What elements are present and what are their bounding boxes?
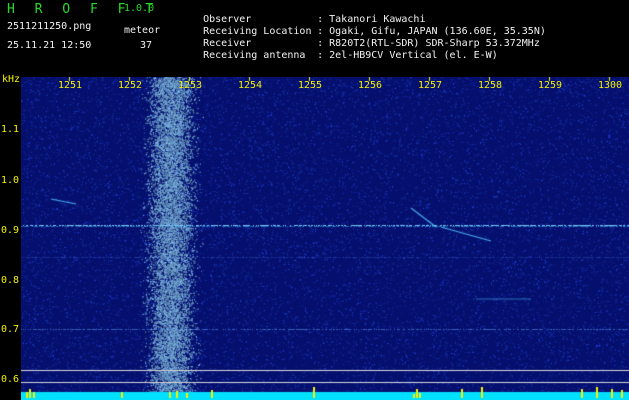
x-tick-label: 1254 xyxy=(238,80,263,91)
x-tick-label: 1253 xyxy=(178,80,203,91)
antenna-row: Receiving antenna : 2el-HB9CV Vertical (e… xyxy=(179,41,498,71)
y-tick-label: 0.9 xyxy=(1,225,20,236)
x-tick-label: 1252 xyxy=(118,80,143,91)
antenna-value: : 2el-HB9CV Vertical (el. E-W) xyxy=(317,50,498,61)
y-tick-label: 0.6 xyxy=(1,374,20,385)
meteor-label: meteor xyxy=(124,25,161,36)
x-tick-label: 1258 xyxy=(478,80,503,91)
app-version: 1.0.0 xyxy=(124,3,155,14)
timestamp: 25.11.21 12:50 xyxy=(7,40,92,51)
spectrogram-plot xyxy=(21,77,629,400)
y-tick-label: 0.8 xyxy=(1,275,20,286)
x-tick-label: 1259 xyxy=(538,80,563,91)
meteor-count: 37 xyxy=(140,40,153,51)
y-tick-label: 1.1 xyxy=(1,124,20,135)
antenna-label: Receiving antenna xyxy=(203,50,306,61)
x-tick-label: 1255 xyxy=(298,80,323,91)
y-tick-label: 1.0 xyxy=(1,175,20,186)
x-tick-label: 1256 xyxy=(358,80,383,91)
x-tick-label: 1300 xyxy=(598,80,623,91)
x-tick-label: 1251 xyxy=(58,80,83,91)
y-axis-unit: kHz xyxy=(2,74,21,85)
hrofft-screen: H R O F F T 1.0.0 2511211250.png meteor … xyxy=(0,0,629,400)
file-name: 2511211250.png xyxy=(7,21,92,32)
x-tick-label: 1257 xyxy=(418,80,443,91)
y-tick-label: 0.7 xyxy=(1,324,20,335)
